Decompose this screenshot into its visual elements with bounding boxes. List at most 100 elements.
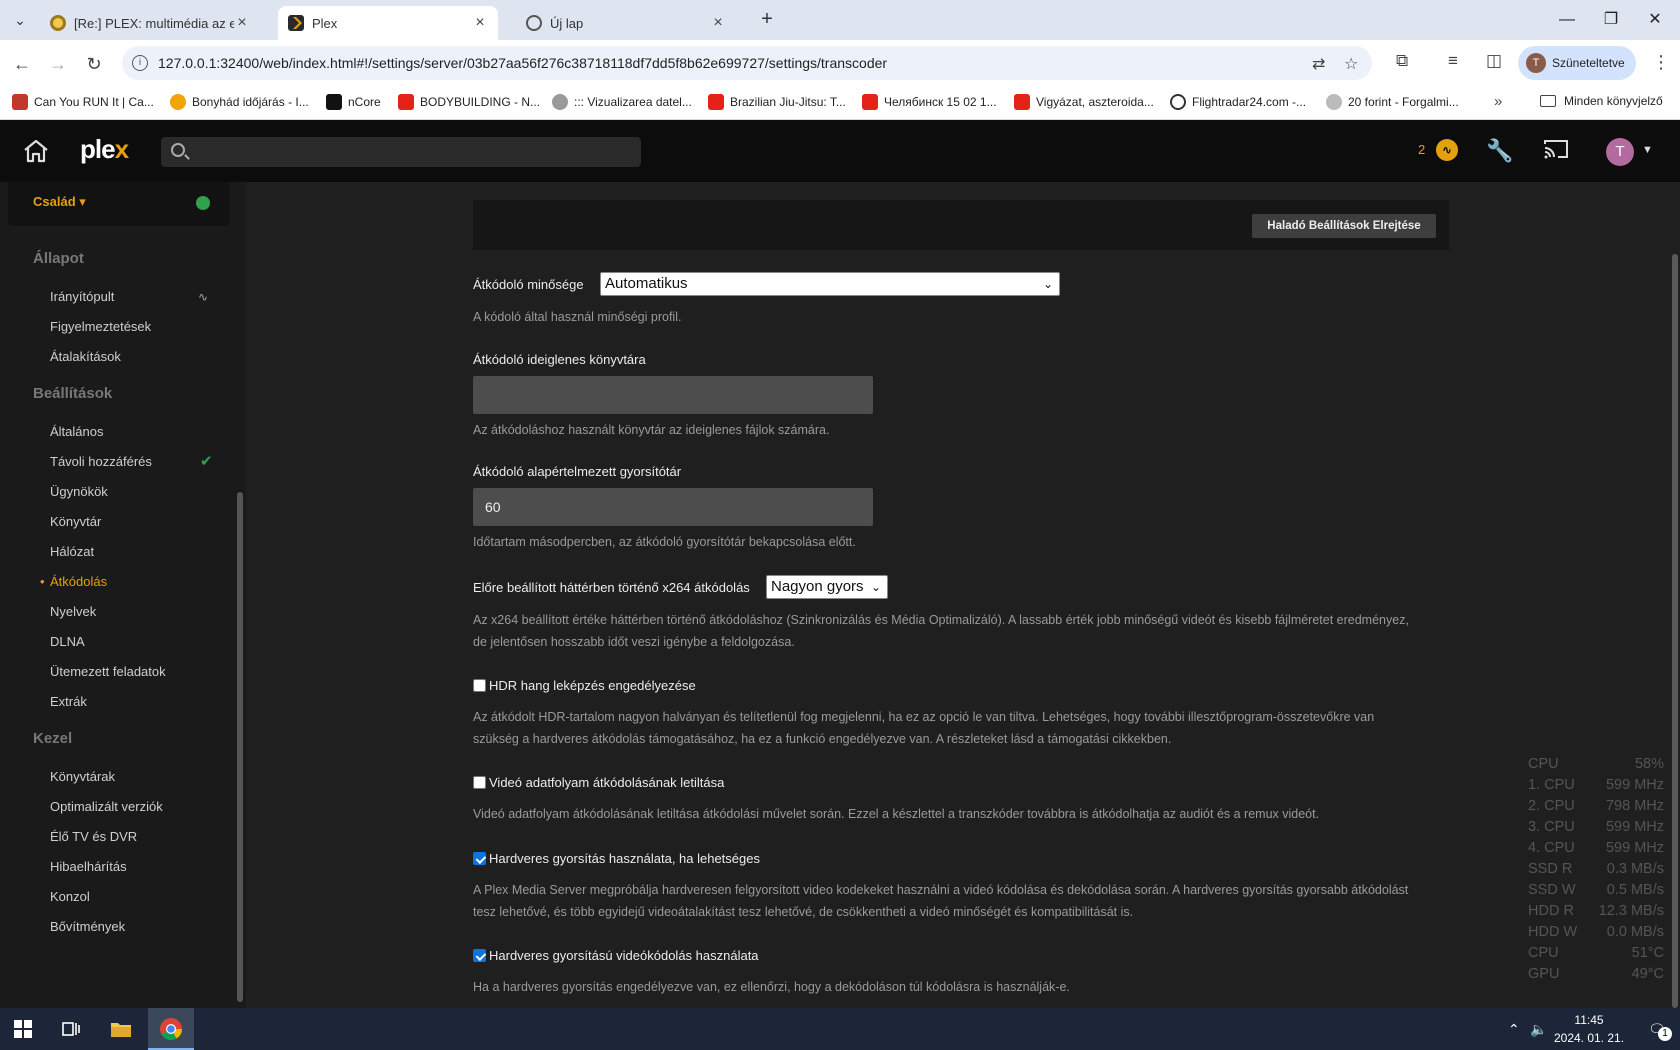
browser-tab-forum[interactable]: [Re:] PLEX: multimédia az egész... × bbox=[40, 6, 260, 40]
restore-icon[interactable]: ❐ bbox=[1588, 8, 1634, 32]
browser-tab-new[interactable]: Új lap × bbox=[516, 6, 736, 40]
bookmarks-overflow-chevron-icon[interactable]: » bbox=[1494, 93, 1502, 110]
sidebar-item-dashboard[interactable]: Irányítópult ∿ bbox=[50, 287, 220, 307]
plex-search-input[interactable] bbox=[161, 137, 641, 167]
sidebar-scrollbar[interactable] bbox=[237, 492, 243, 1002]
tray-chevron-up-icon[interactable]: ⌃ bbox=[1508, 1021, 1520, 1038]
activity-count[interactable]: 2 bbox=[1418, 142, 1425, 157]
url-text[interactable]: 127.0.0.1:32400/web/index.html#!/setting… bbox=[158, 55, 887, 71]
checkbox-unchecked-icon[interactable] bbox=[473, 776, 486, 789]
sidebar-item-dlna[interactable]: DLNA bbox=[50, 632, 220, 652]
side-panel-icon[interactable]: ◫ bbox=[1486, 51, 1502, 71]
server-selector[interactable]: Család ▾ bbox=[8, 182, 230, 226]
sidebar-item-agents[interactable]: Ügynökök bbox=[50, 482, 220, 502]
sidebar-item-plugins[interactable]: Bővítmények bbox=[50, 917, 220, 937]
sidebar-item-scheduled-tasks[interactable]: Ütemezett feladatok bbox=[50, 662, 220, 682]
home-icon[interactable] bbox=[22, 138, 50, 164]
bookmark-item[interactable]: Can You RUN It | Ca... bbox=[12, 94, 154, 110]
extensions-puzzle-icon[interactable]: ⧉ bbox=[1396, 51, 1408, 71]
bookmark-favicon-icon bbox=[12, 94, 28, 110]
stat-row: CPU 58% bbox=[1528, 756, 1664, 777]
tab-search-chevron-icon[interactable]: ⌄ bbox=[8, 8, 32, 32]
hide-advanced-button[interactable]: Haladó Beállítások Elrejtése bbox=[1252, 214, 1436, 238]
tempdir-input[interactable] bbox=[473, 376, 873, 414]
sidebar-item-troubleshooting[interactable]: Hibaelhárítás bbox=[50, 857, 220, 877]
hdr-tonemapping-checkbox[interactable]: HDR hang leképzés engedélyezése bbox=[473, 678, 696, 693]
sidebar-item-general[interactable]: Általános bbox=[50, 422, 220, 442]
cast-icon[interactable] bbox=[1542, 138, 1570, 164]
checkbox-unchecked-icon[interactable] bbox=[473, 679, 486, 692]
youtube-icon bbox=[398, 94, 414, 110]
checkbox-checked-icon[interactable] bbox=[473, 949, 486, 962]
clock-date[interactable]: 2024. 01. 21. bbox=[1544, 1031, 1634, 1045]
windows-start-icon[interactable] bbox=[14, 1020, 32, 1038]
bookmark-item[interactable]: Челябинск 15 02 1... bbox=[862, 94, 997, 110]
sidebar-item-transcoder[interactable]: • Átkódolás bbox=[40, 572, 220, 592]
chrome-taskbar-button[interactable] bbox=[148, 1008, 194, 1050]
sidebar-item-remote-access[interactable]: Távoli hozzáférés ✔ bbox=[50, 452, 220, 472]
task-view-icon[interactable] bbox=[58, 1016, 84, 1042]
user-avatar[interactable]: T bbox=[1606, 138, 1634, 166]
sidebar-item-network[interactable]: Hálózat bbox=[50, 542, 220, 562]
bookmark-item[interactable]: Flightradar24.com -... bbox=[1170, 94, 1306, 110]
profile-button[interactable]: T Szüneteltetve bbox=[1518, 46, 1636, 80]
close-tab-icon[interactable]: × bbox=[472, 14, 488, 32]
file-explorer-icon[interactable] bbox=[108, 1016, 134, 1042]
plex-logo[interactable]: plex bbox=[80, 134, 129, 165]
stat-value: 49°C bbox=[1631, 966, 1664, 982]
sidebar-item-library[interactable]: Könyvtár bbox=[50, 512, 220, 532]
sidebar-item-extras[interactable]: Extrák bbox=[50, 692, 220, 712]
bookmark-item[interactable]: Brazilian Jiu-Jitsu: T... bbox=[708, 94, 846, 110]
browser-menu-dots-icon[interactable]: ⋮ bbox=[1652, 52, 1670, 73]
stat-value: 12.3 MB/s bbox=[1598, 903, 1664, 919]
sidebar-item-alerts[interactable]: Figyelmeztetések bbox=[50, 317, 220, 337]
close-tab-icon[interactable]: × bbox=[710, 14, 726, 32]
quality-select[interactable]: Automatikus ⌄ bbox=[600, 272, 1060, 296]
window-close-icon[interactable]: ✕ bbox=[1632, 8, 1678, 32]
bookmark-star-icon[interactable]: ☆ bbox=[1344, 54, 1358, 74]
url-omnibox[interactable]: i 127.0.0.1:32400/web/index.html#!/setti… bbox=[122, 46, 1372, 80]
bookmark-item[interactable]: 20 forint - Forgalmi... bbox=[1326, 94, 1459, 110]
windows-taskbar: ⌃ 🔈 11:45 2024. 01. 21. 🗨 bbox=[0, 1008, 1680, 1050]
sidebar-item-conversions[interactable]: Átalakítások bbox=[50, 347, 220, 367]
bookmark-item[interactable]: nCore bbox=[326, 94, 381, 110]
checkbox-checked-icon[interactable] bbox=[473, 852, 486, 865]
disable-video-transcode-checkbox[interactable]: Videó adatfolyam átkódolásának letiltása bbox=[473, 775, 724, 790]
buffer-input[interactable]: 60 bbox=[473, 488, 873, 526]
all-bookmarks-button[interactable]: Minden könyvjelző bbox=[1540, 94, 1663, 108]
youtube-icon bbox=[708, 94, 724, 110]
minimize-icon[interactable]: — bbox=[1544, 8, 1590, 32]
sidebar-item-live-tv-dvr[interactable]: Élő TV és DVR bbox=[50, 827, 220, 847]
checkmark-icon: ✔ bbox=[200, 453, 213, 470]
close-tab-icon[interactable]: × bbox=[234, 14, 250, 32]
sidebar-item-languages[interactable]: Nyelvek bbox=[50, 602, 220, 622]
settings-wrench-icon[interactable]: 🔧 bbox=[1486, 138, 1514, 164]
reload-icon[interactable]: ↻ bbox=[82, 52, 106, 76]
forward-arrow-icon[interactable]: → bbox=[46, 52, 70, 76]
bookmark-item[interactable]: BODYBUILDING - N... bbox=[398, 94, 540, 110]
stat-label: 2. CPU bbox=[1528, 798, 1575, 814]
clock-time[interactable]: 11:45 bbox=[1544, 1013, 1634, 1027]
media-controls-icon[interactable]: ≡ bbox=[1448, 51, 1458, 71]
bookmark-item[interactable]: Bonyhád időjárás - I... bbox=[170, 94, 309, 110]
site-info-icon[interactable]: i bbox=[132, 55, 148, 71]
translate-icon[interactable]: ⇄ bbox=[1312, 54, 1325, 74]
browser-tab-plex[interactable]: Plex × bbox=[278, 6, 498, 40]
back-arrow-icon[interactable]: ← bbox=[10, 52, 34, 76]
hw-encoding-checkbox[interactable]: Hardveres gyorsítású videókódolás haszná… bbox=[473, 948, 759, 963]
chevron-down-icon: ⌄ bbox=[870, 580, 881, 594]
new-tab-plus-icon[interactable]: + bbox=[755, 8, 779, 30]
hdr-help-line: Az átkódolt HDR-tartalom nagyon halványa… bbox=[473, 710, 1375, 724]
bookmark-item[interactable]: ::: Vizualizarea datel... bbox=[552, 94, 692, 110]
user-menu-caret-icon[interactable]: ▼ bbox=[1642, 144, 1653, 156]
quality-label: Átkódoló minősége bbox=[473, 277, 584, 292]
sidebar-item-libraries[interactable]: Könyvtárak bbox=[50, 767, 220, 787]
hw-acceleration-checkbox[interactable]: Hardveres gyorsítás használata, ha lehet… bbox=[473, 851, 760, 866]
hw-accel-help-line: tesz lehetővé, és több egyidejű videoáta… bbox=[473, 905, 1134, 919]
content-scrollbar[interactable] bbox=[1672, 254, 1678, 1008]
sidebar-item-optimized-versions[interactable]: Optimalizált verziók bbox=[50, 797, 220, 817]
activity-pulse-icon[interactable]: ∿ bbox=[1436, 139, 1458, 161]
bookmark-item[interactable]: Vigyázat, aszteroida... bbox=[1014, 94, 1154, 110]
x264-preset-select[interactable]: Nagyon gyors ⌄ bbox=[766, 575, 888, 599]
sidebar-item-console[interactable]: Konzol bbox=[50, 887, 220, 907]
